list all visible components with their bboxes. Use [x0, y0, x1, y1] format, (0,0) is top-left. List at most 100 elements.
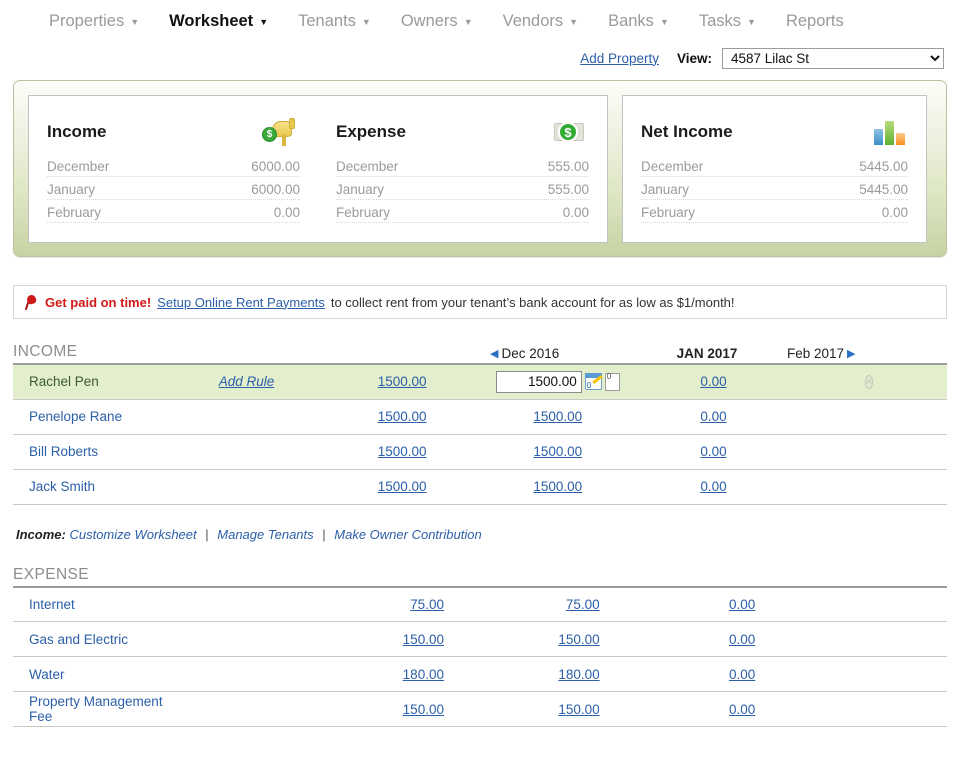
main-navigation: Properties ▼ Worksheet ▼ Tenants ▼ Owner…	[0, 0, 960, 42]
net-income-summary-row: December 5445.00	[641, 154, 908, 177]
income-row-name: Bill Roberts	[29, 444, 99, 459]
next-month-label: Feb 2017	[787, 346, 845, 361]
expense-value-feb[interactable]: 0.00	[636, 622, 792, 657]
income-table: Rachel Pen Add Rule 1500.00 0 0	[13, 361, 947, 505]
nav-item-banks[interactable]: Banks ▼	[593, 12, 684, 31]
net-income-month: December	[641, 158, 704, 174]
expense-month: January	[336, 181, 385, 197]
next-month-arrow-icon[interactable]: ▶	[844, 347, 858, 360]
nav-label-properties: Properties	[49, 11, 125, 30]
income-amount-input[interactable]	[495, 370, 582, 393]
nav-label-worksheet: Worksheet	[169, 11, 254, 30]
income-month: December	[47, 158, 110, 174]
calendar-edit-icon[interactable]: 0	[584, 373, 603, 391]
expense-month: February	[336, 204, 391, 220]
net-income-summary-row: January 5445.00	[641, 177, 908, 200]
nav-item-worksheet[interactable]: Worksheet ▼	[154, 12, 283, 31]
promo-tail-text: to collect rent from your tenant’s bank …	[330, 294, 735, 310]
income-amount: 6000.00	[251, 181, 300, 197]
net-income-amount: 5445.00	[859, 181, 908, 197]
income-footer-label: Income:	[16, 526, 66, 542]
nav-item-reports[interactable]: Reports	[771, 12, 859, 31]
note-icon[interactable]: 0	[604, 371, 620, 391]
income-value-jan[interactable]: 1500.00	[480, 469, 636, 504]
chevron-down-icon: ▼	[747, 16, 756, 27]
expense-value-dec[interactable]: 75.00	[324, 587, 480, 622]
summary-panel-wrapper: Income $ December 6000.00 January 6000.0…	[0, 74, 960, 257]
nav-label-tenants: Tenants	[298, 11, 356, 30]
expense-row-name: Water	[29, 666, 65, 682]
income-value-dec[interactable]: 1500.00	[324, 434, 480, 469]
nav-item-tenants[interactable]: Tenants ▼	[283, 12, 386, 31]
income-value-jan[interactable]: 1500.00	[480, 399, 636, 434]
net-income-month: January	[641, 181, 690, 197]
nav-label-tasks: Tasks	[698, 11, 742, 30]
view-label: View:	[676, 50, 712, 66]
income-amount: 6000.00	[251, 158, 300, 174]
make-owner-contribution-link[interactable]: Make Owner Contribution	[334, 527, 481, 542]
income-value-dec[interactable]: 1500.00	[324, 399, 480, 434]
income-value-feb[interactable]: 0.00	[636, 399, 792, 434]
net-income-summary-title: Net Income	[641, 121, 733, 141]
table-row[interactable]: Jack Smith 1500.00 1500.00 0.00	[13, 469, 947, 504]
setup-online-rent-payments-link[interactable]: Setup Online Rent Payments	[157, 295, 325, 310]
expense-value-feb[interactable]: 0.00	[636, 657, 792, 692]
table-row[interactable]: Water 180.00 180.00 0.00	[13, 657, 947, 692]
prev-month-arrow-icon[interactable]: ◀	[487, 347, 501, 360]
table-row[interactable]: Internet 75.00 75.00 0.00	[13, 587, 947, 622]
table-row[interactable]: Penelope Rane 1500.00 1500.00 0.00	[13, 399, 947, 434]
income-value-feb[interactable]: 0.00	[636, 364, 792, 399]
income-row-name: Jack Smith	[29, 479, 96, 494]
expense-value-feb[interactable]: 0.00	[636, 587, 792, 622]
income-summary-row: January 6000.00	[47, 177, 300, 200]
promo-banner: Get paid on time! Setup Online Rent Paym…	[13, 285, 947, 319]
table-row[interactable]: Rachel Pen Add Rule 1500.00 0 0	[13, 364, 947, 399]
dollar-bill-icon: $	[549, 116, 589, 148]
income-value-feb[interactable]: 0.00	[636, 434, 792, 469]
add-property-link[interactable]: Add Property	[580, 51, 659, 66]
expense-section-header: EXPENSE	[13, 556, 947, 584]
expense-value-jan[interactable]: 180.00	[480, 657, 636, 692]
income-section-title: INCOME	[13, 343, 78, 360]
expense-value-jan[interactable]: 150.00	[480, 622, 636, 657]
expense-value-dec[interactable]: 150.00	[324, 622, 480, 657]
net-income-amount: 5445.00	[859, 158, 908, 174]
customize-worksheet-link[interactable]: Customize Worksheet	[69, 527, 196, 542]
expense-value-jan[interactable]: 75.00	[480, 587, 636, 622]
expense-value-feb[interactable]: 0.00	[636, 692, 792, 727]
delete-row-button[interactable]: ×	[864, 375, 874, 390]
nav-item-vendors[interactable]: Vendors ▼	[488, 12, 593, 31]
pushpin-icon	[24, 293, 39, 311]
nav-item-tasks[interactable]: Tasks ▼	[684, 12, 771, 31]
nav-item-properties[interactable]: Properties ▼	[34, 12, 154, 31]
chevron-down-icon: ▼	[569, 16, 579, 27]
expense-row-name: Property Management Fee	[29, 694, 163, 724]
nav-item-owners[interactable]: Owners ▼	[386, 12, 488, 31]
expense-value-jan[interactable]: 150.00	[480, 692, 636, 727]
income-value-dec[interactable]: 1500.00	[324, 364, 480, 399]
chevron-down-icon: ▼	[130, 16, 140, 27]
income-amount: 0.00	[273, 204, 300, 220]
expense-value-dec[interactable]: 150.00	[324, 692, 480, 727]
income-value-dec[interactable]: 1500.00	[324, 469, 480, 504]
nav-label-owners: Owners	[400, 11, 458, 30]
income-value-jan[interactable]: 1500.00	[480, 434, 636, 469]
income-value-feb[interactable]: 0.00	[636, 469, 792, 504]
bar-chart-icon	[868, 116, 908, 148]
calendar-day-number: 0	[586, 381, 592, 391]
add-rule-link[interactable]: Add Rule	[169, 364, 325, 399]
manage-tenants-link[interactable]: Manage Tenants	[217, 527, 313, 542]
table-row[interactable]: Property Management Fee 150.00 150.00 0.…	[13, 692, 947, 727]
income-row-name: Penelope Rane	[29, 409, 123, 424]
property-view-select[interactable]: 4587 Lilac St	[722, 47, 944, 69]
expense-summary-title: Expense	[336, 121, 406, 141]
table-row[interactable]: Gas and Electric 150.00 150.00 0.00	[13, 622, 947, 657]
net-income-summary-header: Net Income	[641, 110, 908, 154]
current-month-label: JAN 2017	[676, 346, 738, 361]
expense-amount: 555.00	[547, 181, 589, 197]
income-summary-title: Income	[47, 121, 107, 141]
expense-value-dec[interactable]: 180.00	[324, 657, 480, 692]
table-row[interactable]: Bill Roberts 1500.00 1500.00 0.00	[13, 434, 947, 469]
net-income-summary-row: February 0.00	[641, 200, 908, 223]
note-count: 0	[606, 371, 612, 381]
